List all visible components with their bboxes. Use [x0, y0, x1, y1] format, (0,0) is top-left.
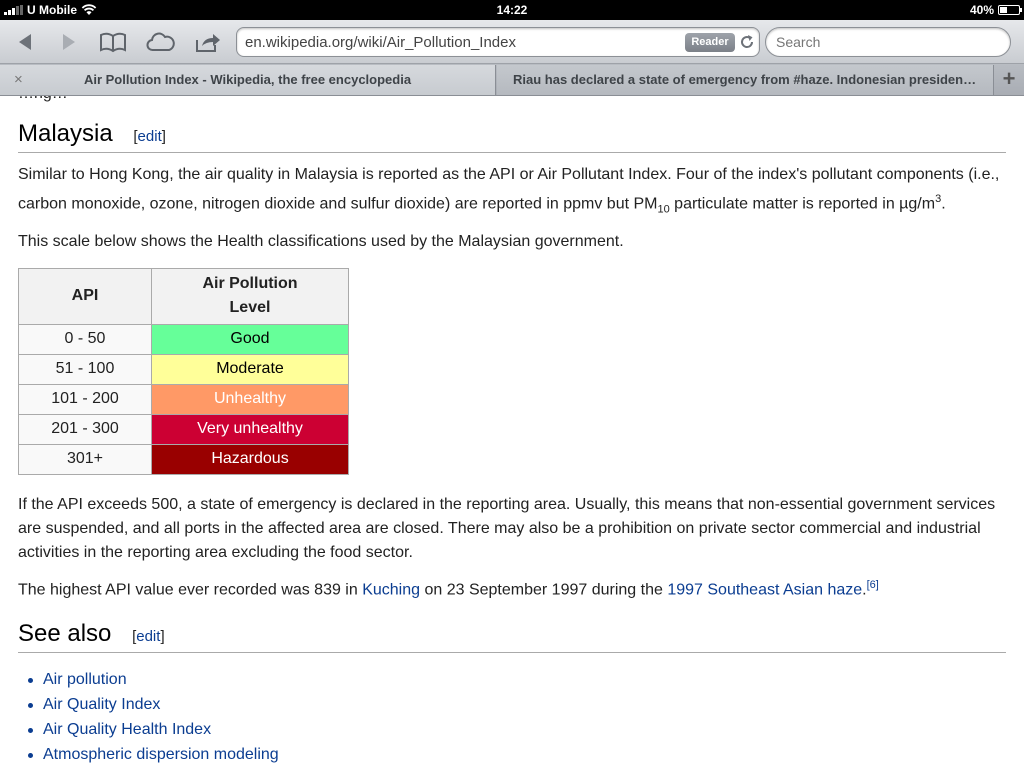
url-bar[interactable]: en.wikipedia.org/wiki/Air_Pollution_Inde… [236, 27, 760, 57]
pollution-level-cell: Unhealthy [151, 383, 349, 415]
haze-1997-link[interactable]: 1997 Southeast Asian haze [667, 581, 862, 598]
status-right: 40% [969, 3, 1022, 17]
url-text[interactable]: en.wikipedia.org/wiki/Air_Pollution_Inde… [245, 34, 516, 51]
section-title: See also [18, 619, 112, 647]
reader-button[interactable]: Reader [685, 33, 735, 52]
search-input[interactable] [765, 27, 1011, 57]
tab-air-pollution-index[interactable]: × Air Pollution Index - Wikipedia, the f… [0, 65, 496, 95]
bookmarks-button[interactable] [98, 28, 128, 56]
section-heading-see-also: See also [edit] [18, 620, 1006, 653]
api-range-cell: 301+ [18, 443, 152, 475]
forward-icon [63, 34, 75, 50]
paragraph-record: The highest API value ever recorded was … [18, 578, 879, 598]
edit-link[interactable]: edit [138, 128, 162, 145]
browser-toolbar: en.wikipedia.org/wiki/Air_Pollution_Inde… [0, 20, 1024, 64]
pollution-level-cell: Good [151, 323, 349, 355]
back-icon [19, 34, 31, 50]
see-also-link[interactable]: Air Quality Index [43, 696, 160, 713]
pollution-level-cell: Hazardous [151, 443, 349, 475]
section-heading-malaysia: Malaysia [edit] [18, 120, 1006, 153]
api-table: API Air Pollution Level 0 - 50 Good 51 - 1… [18, 267, 349, 475]
table-row: 0 - 50 Good [18, 323, 349, 355]
tab-title: Riau has declared a state of emergency f… [513, 72, 977, 87]
forward-button[interactable] [54, 28, 84, 56]
list-item: Air pollution [18, 667, 1006, 692]
tab-bar: × Air Pollution Index - Wikipedia, the f… [0, 64, 1024, 96]
paragraph-intro: Similar to Hong Kong, the air quality in… [18, 166, 1000, 216]
table-header-api: API [18, 267, 152, 325]
table-row: 51 - 100 Moderate [18, 353, 349, 385]
edit-link[interactable]: edit [136, 628, 160, 645]
table-row: 301+ Hazardous [18, 443, 349, 475]
api-range-cell: 51 - 100 [18, 353, 152, 385]
see-also-link[interactable]: Air pollution [43, 671, 127, 688]
see-also-link[interactable]: Atmospheric dispersion modeling [43, 746, 279, 763]
section-title: Malaysia [18, 120, 113, 147]
table-header-level: Air Pollution Level [151, 267, 349, 325]
battery-icon [998, 5, 1022, 15]
tab-title: Air Pollution Index - Wikipedia, the fre… [83, 72, 412, 87]
bookmarks-icon [100, 32, 126, 53]
table-row: 101 - 200 Unhealthy [18, 383, 349, 415]
api-range-cell: 201 - 300 [18, 413, 152, 445]
status-bar: U Mobile 14:22 40% [0, 0, 1024, 20]
icloud-icon [146, 32, 175, 51]
list-item: Air Quality Index [18, 692, 1006, 717]
kuching-link[interactable]: Kuching [362, 581, 420, 598]
pollution-level-cell: Moderate [151, 353, 349, 385]
see-also-list: Air pollution Air Quality Index Air Qualit… [18, 667, 1006, 768]
new-tab-button[interactable]: + [994, 65, 1024, 95]
partial-text-line: …ng… [18, 96, 1006, 104]
reference-6-link[interactable]: [6] [867, 579, 879, 591]
edit-link-wrapper: [edit] [132, 627, 165, 645]
paragraph-emergency: If the API exceeds 500, a state of emerg… [18, 495, 996, 561]
table-row: 201 - 300 Very unhealthy [18, 413, 349, 445]
paragraph-scale: This scale below shows the Health classi… [18, 232, 624, 250]
edit-link-wrapper: [edit] [133, 128, 166, 145]
share-icon [196, 34, 220, 52]
see-also-link[interactable]: Air Quality Health Index [43, 721, 211, 738]
list-item: Air Quality Health Index [18, 717, 1006, 742]
article-content: …ng… Malaysia [edit] Similar to Hong Kon… [0, 96, 1024, 768]
list-item: Atmospheric dispersion modeling [18, 742, 1006, 767]
tab-riau-haze[interactable]: Riau has declared a state of emergency f… [497, 65, 994, 95]
status-time: 14:22 [496, 3, 528, 17]
api-table-body: 0 - 50 Good 51 - 100 Moderate 101 - 200 Unhea… [18, 323, 349, 475]
back-button[interactable] [10, 28, 40, 56]
icloud-button[interactable] [145, 28, 175, 56]
share-button[interactable] [193, 28, 223, 56]
reload-icon[interactable] [739, 34, 755, 50]
pollution-level-cell: Very unhealthy [151, 413, 349, 445]
api-range-cell: 101 - 200 [18, 383, 152, 415]
battery-percent: 40% [969, 3, 994, 17]
api-range-cell: 0 - 50 [18, 323, 152, 355]
